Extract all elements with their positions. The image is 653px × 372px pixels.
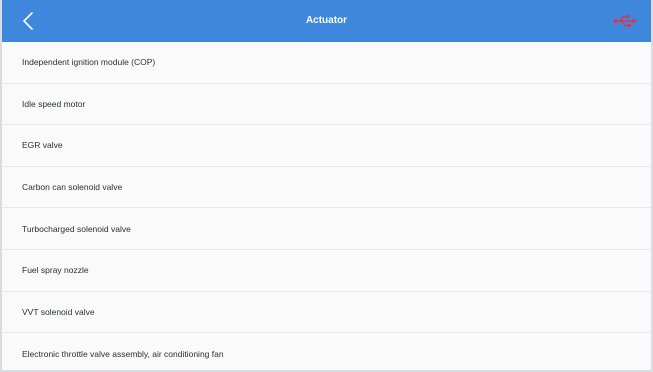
list-item-label: EGR valve <box>22 140 63 151</box>
list-item-label: VVT solenoid valve <box>22 306 95 317</box>
list-item-electronic-throttle-valve[interactable]: Electronic throttle valve assembly, air … <box>2 333 651 370</box>
list-item-carbon-can-solenoid-valve[interactable]: Carbon can solenoid valve <box>2 167 651 209</box>
list-item-turbocharged-solenoid-valve[interactable]: Turbocharged solenoid valve <box>2 208 651 250</box>
list-item-idle-speed-motor[interactable]: Idle speed motor <box>2 84 651 126</box>
page-title: Actuator <box>305 15 348 26</box>
list-item-egr-valve[interactable]: EGR valve <box>2 125 651 167</box>
usb-icon <box>613 15 637 27</box>
list-item-label: Independent ignition module (COP) <box>22 57 156 68</box>
list-item-label: Fuel spray nozzle <box>22 265 89 276</box>
list-item-label: Carbon can solenoid valve <box>22 182 123 193</box>
list-item-label: Turbocharged solenoid valve <box>22 223 131 234</box>
list-item-independent-ignition-module[interactable]: Independent ignition module (COP) <box>2 42 651 84</box>
title-bar: Actuator <box>2 0 651 42</box>
list-item-vvt-solenoid-valve[interactable]: VVT solenoid valve <box>2 292 651 334</box>
list-item-label: Idle speed motor <box>22 98 86 109</box>
list-item-label: Electronic throttle valve assembly, air … <box>22 348 224 359</box>
list-item-fuel-spray-nozzle[interactable]: Fuel spray nozzle <box>2 250 651 292</box>
actuator-list: Independent ignition module (COP) Idle s… <box>2 42 651 370</box>
app-window: Actuator Independent ignition module (CO… <box>0 0 653 372</box>
usb-connection-indicator <box>613 12 637 30</box>
